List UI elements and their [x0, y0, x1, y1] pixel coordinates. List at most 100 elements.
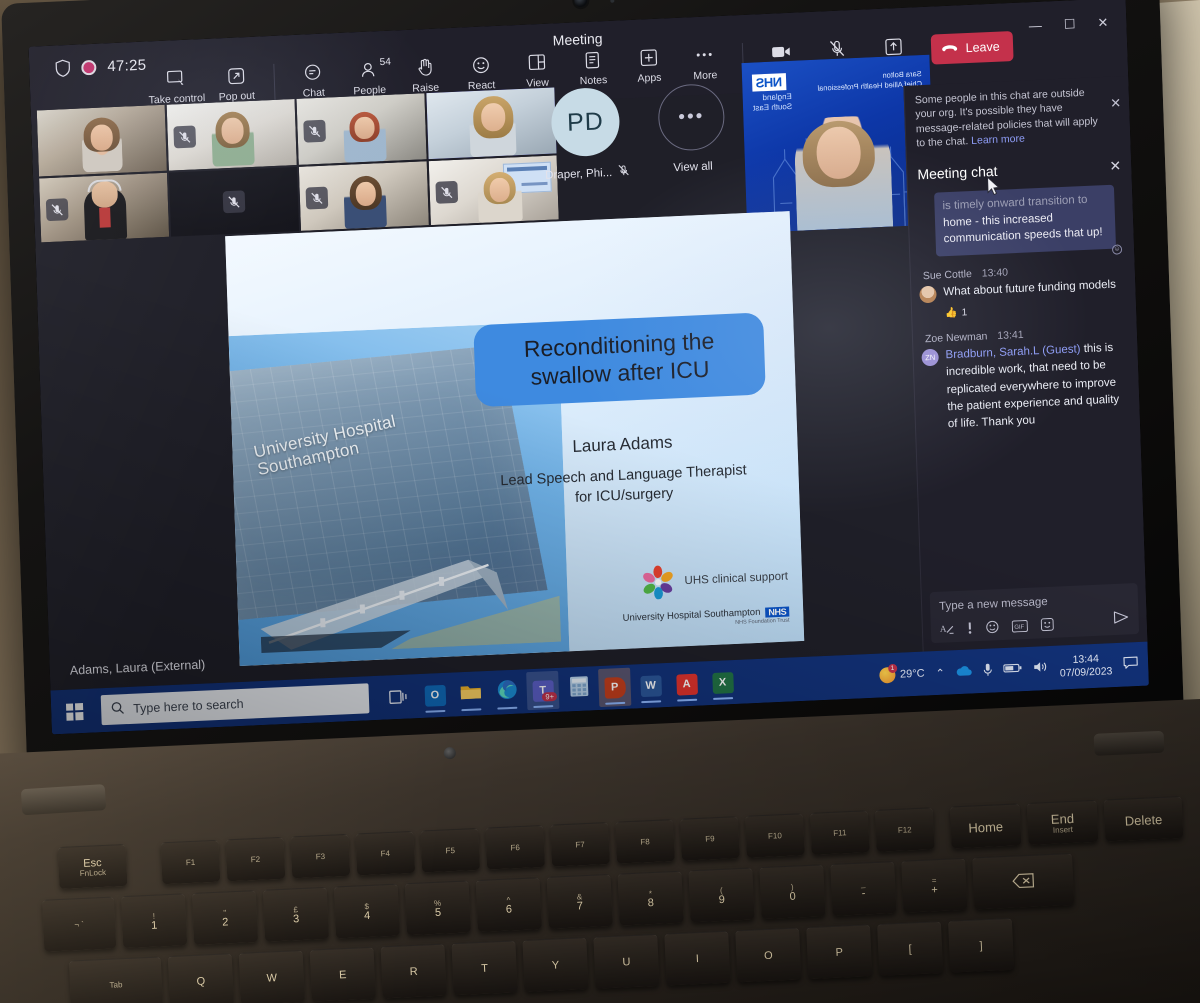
participant-tile[interactable] [296, 93, 427, 165]
key-y[interactable]: Y [522, 937, 589, 992]
key-f4[interactable]: F4 [355, 830, 416, 876]
view-all-tile[interactable]: ••• View all [638, 77, 746, 200]
mic-tray-icon[interactable] [983, 662, 993, 679]
key-f9[interactable]: F9 [680, 816, 740, 861]
taskbar-outlook-button[interactable]: O [418, 676, 451, 715]
key-3[interactable]: £3 [262, 886, 330, 942]
reaction-add-icon[interactable]: ☺ [1111, 244, 1123, 255]
key-f12[interactable]: F12 [874, 807, 935, 852]
participant-tile[interactable] [36, 104, 167, 177]
key-e[interactable]: E [309, 946, 376, 1002]
power-button[interactable] [443, 746, 457, 760]
giphy-icon[interactable]: GIF [1011, 619, 1028, 635]
view-button[interactable]: View [508, 49, 565, 90]
key-u[interactable]: U [593, 933, 660, 989]
key-6[interactable]: ^ 6 [475, 877, 542, 933]
key-o[interactable]: O [735, 927, 802, 983]
key-minus[interactable]: _ - [830, 861, 897, 916]
important-icon[interactable] [967, 621, 974, 637]
volume-icon[interactable] [1033, 660, 1049, 677]
key-f10[interactable]: F10 [744, 813, 805, 858]
notes-button[interactable]: Notes [564, 46, 621, 87]
shared-presentation-slide[interactable]: University Hospital Southampton Recondit… [225, 211, 805, 667]
key-f8[interactable]: F8 [615, 819, 675, 864]
key-f6[interactable]: F6 [485, 824, 546, 870]
key-i[interactable]: I [664, 930, 731, 986]
key-backspace[interactable] [972, 853, 1075, 910]
search-input[interactable]: Type here to search [100, 683, 370, 726]
key-tab[interactable]: Tab [68, 956, 164, 1003]
message-input-box[interactable]: Type a new message A GIF [929, 582, 1140, 644]
taskbar-task-view-button[interactable] [382, 677, 415, 716]
sticker-icon[interactable] [1040, 617, 1055, 635]
send-icon[interactable] [1113, 610, 1129, 627]
key-4[interactable]: $4 [333, 883, 401, 939]
key-f2[interactable]: F2 [225, 836, 286, 882]
weather-widget[interactable]: 1 29°C [878, 663, 925, 684]
taskbar-teams-button[interactable]: T 9+ [526, 670, 560, 711]
leave-button[interactable]: Leave [931, 31, 1014, 65]
take-control-button[interactable]: Take control [144, 65, 209, 107]
people-button[interactable]: 54 People [341, 56, 398, 98]
participant-tile[interactable] [298, 161, 429, 231]
participant-tile[interactable] [166, 99, 297, 171]
key-r[interactable]: R [380, 943, 447, 999]
emoji-icon[interactable] [986, 620, 1000, 637]
mention-link[interactable]: Bradburn, Sarah.L (Guest) [945, 343, 1080, 361]
notification-icon[interactable] [1123, 656, 1139, 673]
key-8[interactable]: * 8 [617, 870, 684, 926]
battery-icon[interactable] [1003, 662, 1023, 677]
key-f1[interactable]: F1 [160, 839, 221, 885]
chat-button[interactable]: Chat [285, 59, 342, 100]
key-p[interactable]: P [806, 924, 873, 980]
react-button[interactable]: React [453, 51, 510, 92]
raise-hand-button[interactable]: Raise [397, 54, 454, 95]
more-button[interactable]: More [676, 41, 733, 82]
key-f7[interactable]: F7 [550, 822, 611, 867]
message-reaction[interactable]: 👍 1 [945, 300, 1128, 319]
key-q[interactable]: Q [167, 953, 235, 1003]
format-text-icon[interactable]: A [940, 622, 955, 639]
key-t[interactable]: T [451, 940, 518, 996]
screen-control-icon [166, 68, 186, 89]
key-0[interactable]: ) 0 [759, 864, 826, 920]
taskbar-edge-button[interactable] [490, 672, 523, 711]
chat-message-list[interactable]: is timely onward transition to home - th… [908, 180, 1145, 570]
key-f11[interactable]: F11 [809, 810, 870, 855]
key-end[interactable]: End Insert [1026, 799, 1099, 845]
key-equals[interactable]: = + [901, 857, 968, 913]
taskbar-powerpoint-button[interactable]: P [598, 667, 632, 708]
key-f5[interactable]: F5 [420, 827, 481, 873]
taskbar-file-explorer-button[interactable] [454, 674, 487, 713]
key-2[interactable]: " 2 [191, 890, 259, 945]
key-1[interactable]: ! 1 [120, 893, 188, 949]
key-w[interactable]: W [238, 950, 305, 1003]
show-hidden-icons-button[interactable]: ⌃ [935, 666, 945, 679]
close-notice-button[interactable]: ✕ [1110, 94, 1122, 112]
key-5[interactable]: % 5 [404, 880, 471, 936]
participant-avatar-tile[interactable]: PD Draper, Phi... [530, 82, 642, 205]
pop-out-button[interactable]: Pop out [208, 62, 265, 103]
participant-tile-no-video[interactable] [168, 166, 300, 237]
key-delete[interactable]: Delete [1103, 795, 1184, 842]
key-7[interactable]: & 7 [546, 873, 613, 929]
taskbar-calculator-button[interactable] [562, 669, 595, 708]
key-bracket-left[interactable]: [ [876, 921, 944, 976]
taskbar-word-button[interactable]: W [634, 666, 667, 705]
onedrive-icon[interactable] [956, 664, 973, 680]
key-grave[interactable]: ¬ ` [42, 896, 117, 952]
close-chat-button[interactable]: ✕ [1109, 157, 1121, 175]
key-bracket-right[interactable]: ] [947, 917, 1015, 973]
taskbar-excel-button[interactable]: X [706, 663, 739, 702]
key-esc[interactable]: Esc FnLock [57, 843, 128, 889]
thumbs-up-icon: 👍 [944, 307, 958, 320]
taskbar-acrobat-button[interactable]: A [670, 664, 703, 703]
participant-tile[interactable] [39, 172, 170, 243]
key-9[interactable]: (9 [688, 867, 755, 923]
key-home[interactable]: Home [949, 803, 1022, 849]
clock[interactable]: 13:44 07/09/2023 [1059, 652, 1113, 681]
learn-more-link[interactable]: Learn more [971, 133, 1025, 147]
key-f3[interactable]: F3 [290, 833, 351, 879]
windows-start-icon[interactable] [51, 688, 98, 734]
apps-button[interactable]: Apps [620, 44, 677, 85]
